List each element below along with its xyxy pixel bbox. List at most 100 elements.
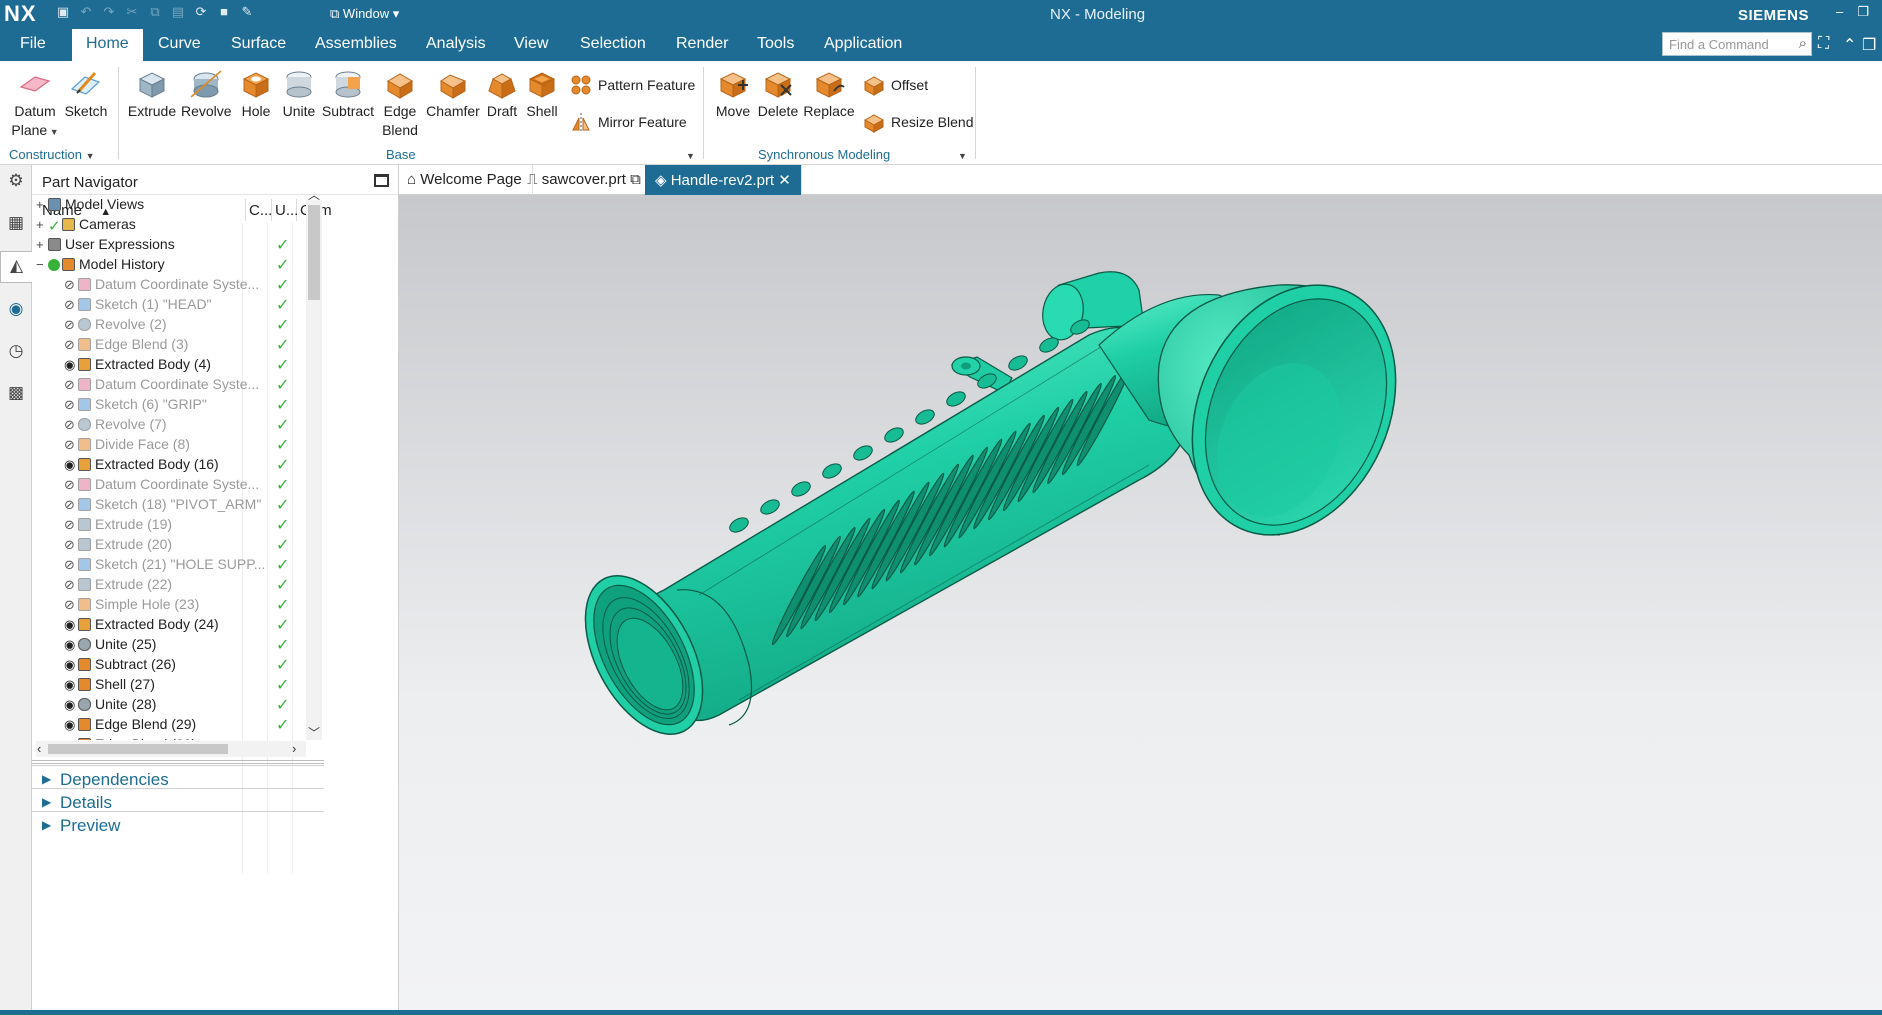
scroll-up-icon[interactable]: ︿ bbox=[308, 186, 320, 203]
navigator-hscroll-thumb[interactable] bbox=[48, 744, 228, 754]
tree-row[interactable]: ⊘ Revolve (7) ✓ bbox=[36, 415, 306, 435]
revolve-button[interactable]: Revolve bbox=[181, 67, 232, 121]
tree-row[interactable]: + Model Views bbox=[36, 195, 306, 215]
tree-row[interactable]: + User Expressions ✓ bbox=[36, 235, 306, 255]
tree-row[interactable]: ◉ Extracted Body (4) ✓ bbox=[36, 355, 306, 375]
base-group-dropdown[interactable]: ▼ bbox=[686, 147, 695, 162]
tab-sawcover[interactable]: ⎍ sawcover.prt ⧉ bbox=[517, 165, 652, 195]
expand-icon[interactable]: + bbox=[36, 237, 48, 252]
menu-surface[interactable]: Surface bbox=[231, 35, 286, 53]
scroll-left-icon[interactable]: ‹ bbox=[37, 741, 41, 756]
restore-window-icon[interactable]: ❐ bbox=[1862, 35, 1876, 55]
preview-section[interactable]: ▶ Preview bbox=[32, 811, 324, 837]
close-tab-icon[interactable]: ✕ bbox=[778, 172, 791, 189]
history-icon[interactable]: ◷ bbox=[4, 341, 28, 365]
repeat-command-icon[interactable]: ⟳ bbox=[192, 4, 210, 20]
offset-region-button[interactable]: Offset bbox=[862, 73, 928, 97]
menu-tools[interactable]: Tools bbox=[757, 35, 794, 53]
handle-model[interactable] bbox=[399, 195, 1882, 1010]
undo-icon[interactable]: ↶ bbox=[77, 4, 95, 20]
tree-row[interactable]: ⊘ Revolve (2) ✓ bbox=[36, 315, 306, 335]
graphics-window[interactable] bbox=[399, 195, 1882, 1010]
menu-assemblies[interactable]: Assemblies bbox=[315, 35, 397, 53]
subtract-button[interactable]: Subtract bbox=[320, 67, 376, 121]
restore-icon[interactable]: ❐ bbox=[1857, 4, 1869, 20]
shell-button[interactable]: Shell bbox=[522, 67, 562, 121]
replace-face-button[interactable]: Replace bbox=[802, 67, 856, 121]
delete-face-button[interactable]: Delete bbox=[756, 67, 800, 121]
pattern-feature-button[interactable]: Pattern Feature bbox=[569, 73, 695, 97]
tree-row[interactable]: ◉Edge Blend (30)✓ bbox=[36, 735, 306, 740]
web-browser-icon[interactable]: ◉ bbox=[4, 299, 28, 323]
tree-row[interactable]: ◉ Shell (27) ✓ bbox=[36, 675, 306, 695]
tree-row[interactable]: ◉ Unite (28) ✓ bbox=[36, 695, 306, 715]
cut-icon[interactable]: ✂ bbox=[123, 4, 141, 20]
tree-row[interactable]: ⊘ Extrude (20) ✓ bbox=[36, 535, 306, 555]
fullscreen-icon[interactable]: ⛶ bbox=[1818, 35, 1829, 53]
redo-icon[interactable]: ↷ bbox=[100, 4, 118, 20]
tree-row[interactable]: ⊘ Sketch (6) "GRIP" ✓ bbox=[36, 395, 306, 415]
menu-render[interactable]: Render bbox=[676, 35, 728, 53]
touch-mode-icon[interactable]: ■ bbox=[215, 4, 233, 20]
tree-row[interactable]: ◉ Unite (25) ✓ bbox=[36, 635, 306, 655]
resize-blend-button[interactable]: Resize Blend bbox=[862, 110, 974, 134]
resource-bar-settings-icon[interactable]: ⚙ bbox=[4, 171, 28, 195]
tree-row[interactable]: − Model History ✓ bbox=[36, 255, 306, 275]
tree-row[interactable]: ⊘ Extrude (19) ✓ bbox=[36, 515, 306, 535]
window-menu[interactable]: ⧉ Window ▾ bbox=[330, 6, 399, 22]
datum-plane-button[interactable]: Datum Plane ▼ bbox=[10, 67, 60, 142]
tree-row[interactable]: ◉ Edge Blend (29) ✓ bbox=[36, 715, 306, 735]
scroll-down-icon[interactable]: ﹀ bbox=[308, 724, 320, 741]
navigator-vscroll-thumb[interactable] bbox=[308, 205, 320, 300]
tree-row[interactable]: ◉ Subtract (26) ✓ bbox=[36, 655, 306, 675]
expand-icon[interactable]: + bbox=[36, 217, 48, 232]
edge-blend-button[interactable]: Edge Blend bbox=[378, 67, 422, 140]
tree-row[interactable]: ⊘ Datum Coordinate Syste... ✓ bbox=[36, 275, 306, 295]
sketch-button[interactable]: Sketch bbox=[64, 67, 108, 121]
tab-welcome-page[interactable]: ⌂ Welcome Page bbox=[399, 165, 533, 195]
menu-application[interactable]: Application bbox=[824, 35, 902, 53]
mirror-feature-button[interactable]: Mirror Feature bbox=[569, 110, 687, 134]
tree-row[interactable]: + ✓ Cameras bbox=[36, 215, 306, 235]
tree-row[interactable]: ⊘ Simple Hole (23) ✓ bbox=[36, 595, 306, 615]
unite-button[interactable]: Unite bbox=[279, 67, 319, 121]
collapse-ribbon-icon[interactable]: ⌃ bbox=[1843, 35, 1856, 55]
tree-row[interactable]: ⊘ Datum Coordinate Syste... ✓ bbox=[36, 375, 306, 395]
construction-group-label[interactable]: Construction ▼ bbox=[9, 147, 95, 162]
tree-row[interactable]: ⊘ Sketch (21) "HOLE SUPP... ✓ bbox=[36, 555, 306, 575]
tree-row[interactable]: ⊘ Sketch (18) "PIVOT_ARM" ✓ bbox=[36, 495, 306, 515]
menu-selection[interactable]: Selection bbox=[580, 35, 646, 53]
hole-button[interactable]: Hole bbox=[235, 67, 277, 121]
navigator-divider[interactable] bbox=[32, 760, 324, 764]
menu-file[interactable]: File bbox=[20, 35, 46, 53]
part-navigator-icon[interactable]: ◭ bbox=[0, 251, 32, 283]
tree-row[interactable]: ⊘ Divide Face (8) ✓ bbox=[36, 435, 306, 455]
move-face-button[interactable]: Move bbox=[710, 67, 756, 121]
assembly-navigator-icon[interactable]: ▦ bbox=[4, 213, 28, 237]
minimize-icon[interactable]: – bbox=[1836, 4, 1843, 20]
copy-icon[interactable]: ⧉ bbox=[146, 4, 164, 20]
save-icon[interactable]: ▣ bbox=[54, 4, 72, 20]
tree-row[interactable]: ⊘ Extrude (22) ✓ bbox=[36, 575, 306, 595]
paste-icon[interactable]: ▤ bbox=[169, 4, 187, 20]
tree-row[interactable]: ◉ Extracted Body (24) ✓ bbox=[36, 615, 306, 635]
menu-curve[interactable]: Curve bbox=[158, 35, 201, 53]
command-finder-input[interactable]: Find a Command ⌕ bbox=[1662, 32, 1812, 56]
extrude-button[interactable]: Extrude bbox=[127, 67, 177, 121]
maximize-panel-icon[interactable] bbox=[374, 174, 389, 187]
chamfer-button[interactable]: Chamfer bbox=[424, 67, 482, 121]
reuse-library-icon[interactable]: ▩ bbox=[4, 383, 28, 407]
menu-home[interactable]: Home bbox=[72, 29, 143, 61]
tree-row[interactable]: ◉ Extracted Body (16) ✓ bbox=[36, 455, 306, 475]
tree-row[interactable]: ⊘ Datum Coordinate Syste... ✓ bbox=[36, 475, 306, 495]
tree-row[interactable]: ⊘ Sketch (1) "HEAD" ✓ bbox=[36, 295, 306, 315]
settings-icon[interactable]: ✎ bbox=[238, 4, 256, 20]
scroll-right-icon[interactable]: › bbox=[292, 741, 296, 756]
tab-handle-rev2[interactable]: ◈ Handle-rev2.prt ✕ bbox=[645, 165, 802, 195]
collapse-icon[interactable]: − bbox=[36, 257, 48, 272]
sync-group-dropdown[interactable]: ▼ bbox=[958, 147, 967, 162]
menu-analysis[interactable]: Analysis bbox=[426, 35, 486, 53]
tree-row[interactable]: ⊘ Edge Blend (3) ✓ bbox=[36, 335, 306, 355]
expand-icon[interactable]: + bbox=[36, 197, 48, 212]
menu-view[interactable]: View bbox=[514, 35, 548, 53]
